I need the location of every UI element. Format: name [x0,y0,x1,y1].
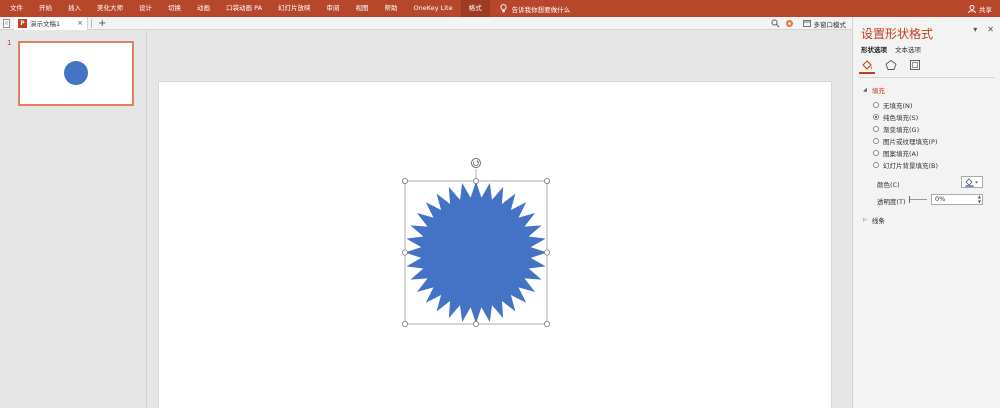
transparency-slider-thumb[interactable] [909,196,910,203]
tab-transitions[interactable]: 切换 [160,0,189,17]
transparency-slider-track[interactable] [909,199,927,200]
tab-home[interactable]: 开始 [31,0,60,17]
tell-me-text: 告诉我你想要做什么 [511,5,571,14]
document-list-icon[interactable] [3,19,11,28]
slide-edit-area [148,31,852,408]
tab-text-options[interactable]: 文本选项 [895,44,921,54]
transparency-value: 0% [935,195,946,203]
radio-button[interactable] [873,162,879,168]
pentagon-icon[interactable] [885,59,897,71]
tell-me-box[interactable]: 告诉我你想要做什么 [500,4,571,14]
close-icon[interactable]: × [77,17,83,30]
share-button[interactable]: 共享 [968,0,992,17]
line-section-label: 线条 [871,217,885,225]
radio-background-fill[interactable]: 幻灯片背景填充(B) [873,160,938,170]
active-icon-indicator [859,72,875,74]
share-label: 共享 [979,5,992,14]
shape-selection-frame [402,158,550,327]
radio-label: 纯色填充(S) [883,114,919,122]
slide-thumbnails-panel: 1 [0,31,147,408]
thumbnail-shape [64,61,88,85]
collapse-arrow-icon: ◢ [863,87,867,93]
tab-insert[interactable]: 插入 [60,0,89,17]
radio-button[interactable] [873,126,879,132]
radio-label: 幻灯片背景填充(B) [883,162,939,170]
ribbon-tabs: 文件 开始 插入 美化大师 设计 切换 动画 口袋动画 PA 幻灯片放映 审阅 … [0,0,1000,17]
spinner-icon[interactable]: ▲ ▼ [978,194,981,204]
dropdown-icon[interactable]: ▾ [973,25,977,34]
fill-color-icon [965,177,978,187]
rotate-handle-icon[interactable] [471,158,481,168]
radio-button[interactable] [873,102,879,108]
tab-format[interactable]: 格式 [460,0,490,17]
radio-pattern-fill[interactable]: 图案填充(A) [873,148,919,158]
radio-label: 图案填充(A) [883,150,919,158]
transparency-label: 透明度(T) [877,198,906,206]
search-icon[interactable] [771,19,780,28]
tab-file[interactable]: 文件 [2,0,31,17]
pane-title: 设置形状格式 [861,27,934,41]
expand-arrow-icon: ▷ [863,217,867,223]
tab-design[interactable]: 设计 [131,0,160,17]
fill-section-header[interactable]: ◢ 填充 [863,85,885,95]
settings-icon[interactable] [785,19,794,28]
starburst-shape[interactable] [405,181,547,324]
radio-label: 渐变填充(G) [883,126,920,134]
document-tab-bar: P 演示文稿1 × + 多窗口模式 [0,16,852,30]
color-label: 颜色(C) [877,181,900,189]
tab-view[interactable]: 视图 [348,0,377,17]
radio-button[interactable] [873,114,879,120]
size-icon[interactable] [909,59,921,71]
tab-review[interactable]: 审阅 [319,0,348,17]
radio-no-fill[interactable]: 无填充(N) [873,100,912,110]
format-shape-pane: 设置形状格式 ▾ ✕ 形状选项 文本选项 ◢ 填充 无填充(N) 纯色填充(S)… [852,17,1000,408]
line-section-header[interactable]: ▷ 线条 [863,215,885,225]
slide-number: 1 [7,39,12,47]
new-tab-button[interactable]: + [98,17,106,30]
color-picker-button[interactable] [961,176,983,188]
fill-section-label: 填充 [871,87,885,95]
fill-bucket-icon[interactable] [861,59,873,71]
user-icon [968,4,976,13]
tab-shape-options[interactable]: 形状选项 [861,44,887,54]
powerpoint-icon: P [18,18,27,28]
tab-help[interactable]: 帮助 [377,0,406,17]
radio-label: 图片或纹理填充(P) [883,138,938,146]
multi-window-button[interactable]: 多窗口模式 [802,17,847,30]
close-icon[interactable]: ✕ [987,25,994,34]
radio-button[interactable] [873,150,879,156]
tab-beautify[interactable]: 美化大师 [89,0,131,17]
slide-canvas[interactable] [158,81,832,408]
multi-window-label: 多窗口模式 [813,20,847,29]
divider [859,77,995,78]
tab-animations[interactable]: 动画 [189,0,218,17]
radio-solid-fill[interactable]: 纯色填充(S) [873,112,918,122]
selected-shape[interactable] [402,158,550,327]
tab-pocket-animation[interactable]: 口袋动画 PA [218,0,270,17]
tab-separator [91,18,92,28]
document-title: 演示文稿1 [30,20,61,28]
document-tab[interactable]: P 演示文稿1 × [14,16,88,30]
radio-label: 无填充(N) [883,102,913,110]
radio-button[interactable] [873,138,879,144]
radio-gradient-fill[interactable]: 渐变填充(G) [873,124,919,134]
tab-onekey[interactable]: OneKey Lite [406,0,461,17]
slide-thumbnail[interactable] [18,41,134,106]
lightbulb-icon [500,4,507,13]
tab-slideshow[interactable]: 幻灯片放映 [270,0,319,17]
transparency-input[interactable]: 0% ▲ ▼ [931,194,983,205]
radio-picture-fill[interactable]: 图片或纹理填充(P) [873,136,938,146]
window-icon [802,20,811,27]
